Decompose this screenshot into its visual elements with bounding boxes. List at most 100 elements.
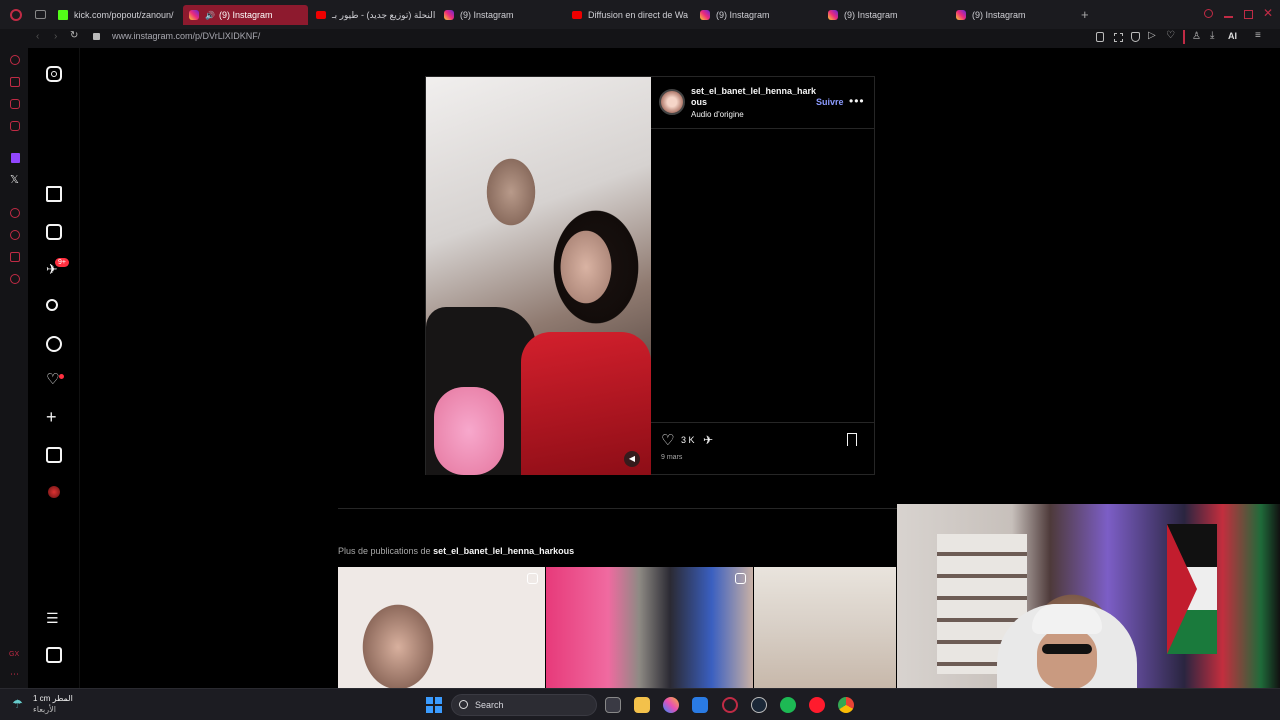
streamer-cap — [1032, 604, 1102, 634]
instagram-icon — [700, 10, 710, 20]
create-icon[interactable]: + — [46, 408, 62, 426]
author-username[interactable]: set_el_banet_lel_henna_harkous — [691, 86, 819, 108]
post-thumbnail[interactable] — [338, 567, 545, 688]
instagram-logo-icon[interactable] — [46, 66, 62, 82]
speaker-icon[interactable]: 🔊 — [205, 11, 215, 20]
url-field[interactable]: www.instagram.com/p/DVrLlXIDKNF/ — [112, 31, 260, 41]
tab-instagram[interactable]: (9) Instagram — [828, 5, 948, 25]
player-icon[interactable] — [10, 208, 20, 218]
post-thumbnail[interactable] — [546, 567, 753, 688]
likes-count[interactable]: 3 K — [681, 435, 695, 445]
save-icon[interactable] — [847, 433, 857, 446]
follow-button[interactable]: Suivre — [816, 97, 844, 107]
opera-logo-icon[interactable] — [10, 9, 22, 21]
audio-label[interactable]: Audio d'origine — [691, 110, 744, 119]
play-icon[interactable]: ▷ — [1148, 30, 1156, 41]
divider — [1183, 30, 1185, 44]
file-explorer-icon[interactable] — [634, 697, 650, 713]
settings-icon[interactable] — [10, 274, 20, 284]
ai-button[interactable]: AI — [1228, 31, 1237, 41]
heart-bookmark-icon[interactable]: ♡ — [1166, 30, 1175, 41]
like-icon[interactable]: ♡ — [661, 431, 674, 449]
menu-icon[interactable]: ≡ — [1255, 30, 1261, 41]
extensions-icon[interactable] — [10, 252, 20, 262]
dashboard-icon[interactable] — [46, 447, 62, 463]
forward-icon[interactable]: › — [54, 31, 57, 42]
search-icon[interactable] — [46, 299, 62, 315]
minimize-icon[interactable] — [1224, 16, 1233, 18]
mute-icon[interactable]: ◀ — [624, 451, 640, 467]
tab-instagram-active[interactable]: 🔊 (9) Instagram — [183, 5, 308, 25]
tab-grid-icon[interactable] — [35, 10, 46, 19]
profile-icon[interactable]: ♙ — [1192, 31, 1201, 42]
youtube-icon — [316, 11, 326, 19]
pin-icon[interactable] — [1096, 32, 1104, 42]
task-view-icon[interactable] — [605, 697, 621, 713]
webcam-overlay — [897, 504, 1280, 689]
back-icon[interactable]: ‹ — [36, 31, 39, 42]
tab-kick[interactable]: kick.com/popout/zanoun/ — [58, 5, 176, 25]
share-icon[interactable]: ✈ — [703, 433, 713, 447]
tab-youtube-song[interactable]: النحلة (توزيع جديد) - طيور بـ — [316, 5, 436, 25]
download-icon[interactable]: ⤓ — [1210, 30, 1214, 41]
lock-icon — [93, 33, 100, 40]
kick-icon — [58, 10, 68, 20]
more-posts-username[interactable]: set_el_banet_lel_henna_harkous — [433, 546, 574, 556]
tab-label: النحلة (توزيع جديد) - طيور بـ — [332, 9, 436, 20]
carousel-icon — [527, 573, 538, 584]
opera-gx-icon[interactable] — [722, 697, 738, 713]
home-icon[interactable] — [46, 186, 62, 202]
post-header: set_el_banet_lel_henna_harkous Audio d'o… — [651, 77, 875, 129]
reload-icon[interactable]: ↻ — [70, 30, 78, 41]
chrome-icon[interactable] — [838, 697, 854, 713]
opera-sidebar: 𝕏 GX ⋯ — [0, 29, 28, 688]
streamer-glasses — [1042, 644, 1092, 654]
more-options-icon[interactable]: ••• — [849, 94, 865, 108]
maximize-icon[interactable] — [1244, 10, 1253, 19]
clock-icon[interactable] — [10, 230, 20, 240]
reels-icon[interactable] — [46, 224, 62, 240]
more-menu-icon[interactable]: ☰ — [46, 610, 62, 626]
more-icon[interactable]: ⋯ — [10, 669, 19, 680]
avatar[interactable] — [48, 486, 60, 498]
screenshot-icon[interactable] — [1114, 33, 1123, 42]
windows-taskbar: ☂ 1 cm المطر الأربعاء Search — [0, 688, 1280, 720]
twitch-icon[interactable] — [11, 153, 20, 163]
weather-day: الأربعاء — [33, 705, 56, 714]
spotify-icon[interactable] — [780, 697, 796, 713]
author-avatar[interactable] — [659, 89, 685, 115]
post-actions: ♡ 3 K ✈ 9 mars — [651, 422, 875, 475]
post-date: 9 mars — [661, 454, 683, 461]
history-icon[interactable] — [10, 55, 20, 65]
notification-dot — [59, 374, 64, 379]
chat-icon[interactable] — [10, 99, 20, 109]
youtube-icon — [572, 11, 582, 19]
start-button[interactable] — [426, 697, 442, 713]
x-icon[interactable]: 𝕏 — [10, 173, 19, 186]
close-icon[interactable]: ✕ — [1263, 6, 1273, 20]
steam-icon[interactable] — [751, 697, 767, 713]
weather-icon[interactable]: ☂ — [12, 697, 23, 711]
browser-tab-strip: kick.com/popout/zanoun/ 🔊 (9) Instagram … — [0, 0, 1280, 29]
shield-icon[interactable] — [1131, 32, 1140, 42]
tab-label: (9) Instagram — [716, 10, 770, 20]
taskbar-search[interactable]: Search — [451, 694, 597, 716]
new-tab-button[interactable]: + — [1081, 7, 1089, 22]
messenger-icon[interactable] — [10, 121, 20, 131]
tab-instagram[interactable]: (9) Instagram — [700, 5, 820, 25]
tab-instagram[interactable]: (9) Instagram — [444, 5, 564, 25]
weather-text[interactable]: 1 cm المطر — [33, 694, 73, 703]
store-icon[interactable] — [692, 697, 708, 713]
opera-icon[interactable] — [809, 697, 825, 713]
copilot-icon[interactable] — [663, 697, 679, 713]
bag-icon[interactable] — [10, 77, 20, 87]
tab-youtube-live[interactable]: Diffusion en direct de Wa — [572, 5, 690, 25]
post-thumbnail[interactable] — [754, 567, 896, 688]
search-tabs-icon[interactable] — [1204, 9, 1213, 18]
instagram-nav: ✈ ♡ + ☰ — [28, 48, 80, 688]
gx-icon[interactable]: GX — [9, 651, 19, 658]
post-video[interactable]: ◀ — [426, 77, 651, 475]
explore-icon[interactable] — [46, 336, 62, 352]
tab-instagram[interactable]: (9) Instagram — [956, 5, 1076, 25]
threads-icon[interactable] — [46, 647, 62, 663]
